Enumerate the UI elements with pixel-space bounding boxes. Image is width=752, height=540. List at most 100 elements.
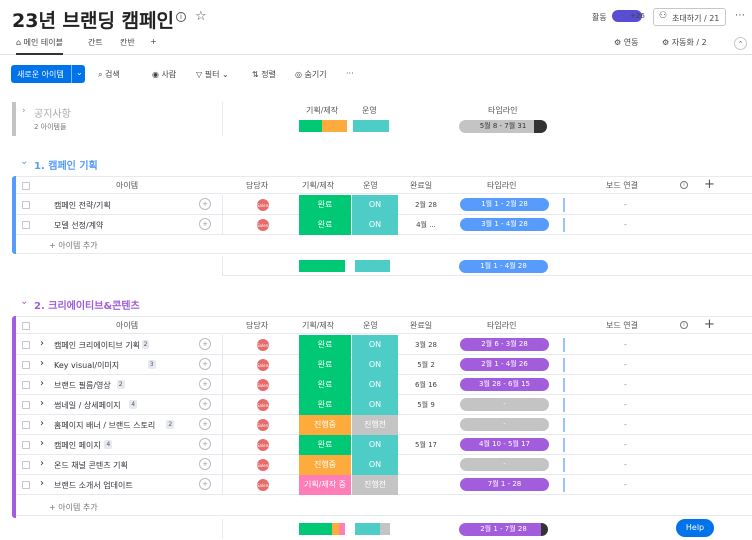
subitem-count-badge[interactable]: 2 [166,420,175,429]
col-item[interactable]: 아이템 [116,317,138,335]
chevron-right-icon[interactable]: › [40,378,44,389]
group2-summary-timeline[interactable]: 2월 1 - 7월 28 [459,523,548,536]
row-checkbox[interactable] [22,421,30,429]
chevron-right-icon[interactable]: › [40,478,44,489]
ops-status[interactable]: ON [352,375,398,395]
subitem-count-badge[interactable]: 4 [104,440,113,449]
board-title[interactable]: 23년 브랜딩 캠페인 [12,6,174,33]
info-icon[interactable]: i [680,181,688,189]
board-link[interactable]: - [624,380,627,389]
filter-button[interactable]: ▽ 필터 ⌄ [196,69,229,80]
avatar[interactable]: Salena [256,198,271,212]
group2-title[interactable]: 2. 크리에이티브&콘텐츠 [34,297,140,312]
add-update-icon[interactable]: + [199,398,211,410]
add-update-icon[interactable]: + [199,458,211,470]
table-row[interactable]: › 캠페인 페이지 4 + Salena 완료 ON 5월 17 4월 10 - 5월 17 - [16,435,752,455]
item-name[interactable]: 브랜드 필름/영상 [54,380,111,391]
board-link[interactable]: - [624,340,627,349]
col-ops[interactable]: 운영 [363,317,378,335]
chevron-right-icon[interactable]: › [40,458,44,469]
ops-status[interactable]: ON [352,395,398,415]
avatar[interactable]: Salena [256,458,271,472]
add-update-icon[interactable]: + [199,478,211,490]
invite-button[interactable]: ⚇ 초대하기 / 21 [653,8,726,26]
plan-status[interactable]: 진행중 [299,455,351,475]
board-link[interactable]: - [624,480,627,489]
group1-add-item[interactable]: + 아이템 추가 [16,236,752,254]
notice-timeline-pill[interactable]: 5월 8 - 7월 31 [459,120,547,133]
plan-status[interactable]: 진행중 [299,415,351,435]
add-update-icon[interactable]: + [199,198,211,210]
star-icon[interactable]: ☆ [195,9,207,24]
timeline-pill[interactable]: 7월 1 - 28 [460,478,549,491]
integrate-button[interactable]: ⚙ 연동 [614,37,638,48]
activity-label[interactable]: 활동 [592,12,607,23]
item-name[interactable]: 캠페인 전략/기획 [54,200,111,211]
timeline-pill[interactable]: 2월 6 - 3월 28 [460,338,549,351]
chevron-down-icon[interactable]: ⌄ [20,296,28,307]
more-menu-icon[interactable]: ⋯ [735,10,745,21]
plan-status[interactable]: 기획/제작 중 [299,475,351,495]
add-column-button[interactable]: + [704,177,715,192]
tab-gantt[interactable]: 간트 [88,37,103,48]
done-date[interactable]: 3월 28 [399,340,453,350]
ops-status[interactable]: 진행전 [352,475,398,495]
ops-status[interactable]: ON [352,335,398,355]
timeline-pill[interactable]: 4월 10 - 5월 17 [460,438,549,451]
automate-button[interactable]: ⚙ 자동화 / 2 [662,37,707,48]
col-board[interactable]: 보드 연결 [606,317,638,335]
plan-status[interactable]: 완료 [299,435,351,455]
tab-main-table[interactable]: ⌂ 메인 테이블 [16,37,63,55]
person-filter-button[interactable]: ◉ 사람 [152,69,176,80]
board-link[interactable]: - [624,400,627,409]
table-row[interactable]: › 브랜드 필름/영상 2 + Salena 완료 ON 6월 16 3월 28 - 6월 15… [16,375,752,395]
tab-kanban[interactable]: 칸반 [120,37,135,48]
ops-status[interactable]: ON [352,195,398,215]
col-plan[interactable]: 기획/제작 [302,177,334,195]
table-row[interactable]: › Key visual/이미지 3 + Salena 완료 ON 5월 2 2월 1 - 4월… [16,355,752,375]
chevron-right-icon[interactable]: › [40,338,44,349]
select-all-checkbox[interactable] [22,182,30,190]
plan-status[interactable]: 완료 [299,215,351,235]
chevron-right-icon[interactable]: › [40,358,44,369]
add-update-icon[interactable]: + [199,378,211,390]
add-update-icon[interactable]: + [199,218,211,230]
col-board[interactable]: 보드 연결 [606,177,638,195]
board-link[interactable]: - [624,200,627,209]
item-name[interactable]: 캠페인 크리에이티브 기획 [54,340,140,351]
item-name[interactable]: 홈페이지 배너 / 브랜드 스토리 [54,420,155,431]
ops-status[interactable]: ON [352,435,398,455]
row-checkbox[interactable] [22,361,30,369]
row-checkbox[interactable] [22,461,30,469]
info-icon[interactable]: i [176,12,186,22]
board-link[interactable]: - [624,440,627,449]
col-plan[interactable]: 기획/제작 [302,317,334,335]
item-name[interactable]: 캠페인 페이지 [54,440,101,451]
ops-status[interactable]: 진행전 [352,415,398,435]
col-timeline[interactable]: 타임라인 [487,177,516,195]
timeline-pill[interactable]: - [460,398,549,411]
item-name[interactable]: 브랜드 소개서 업데이트 [54,480,133,491]
avatar[interactable]: Salena [256,218,271,232]
plan-status[interactable]: 완료 [299,195,351,215]
ops-status[interactable]: ON [352,215,398,235]
done-date[interactable]: 5월 17 [399,440,453,450]
info-icon[interactable]: i [680,321,688,329]
ops-status[interactable]: ON [352,455,398,475]
help-button[interactable]: Help [676,519,714,537]
item-name[interactable]: Key visual/이미지 [54,360,119,371]
table-row[interactable]: › 썸네일 / 상세페이지 4 + Salena 완료 ON 5월 9 - - [16,395,752,415]
avatar[interactable]: Salena [256,358,271,372]
timeline-pill[interactable]: 3월 28 - 6월 15 [460,378,549,391]
avatar[interactable]: Salena [256,338,271,352]
sort-button[interactable]: ⇅ 정렬 [252,69,276,80]
done-date[interactable]: 2월 28 [399,200,453,210]
board-link[interactable]: - [624,220,627,229]
col-owner[interactable]: 담당자 [246,177,268,195]
table-row[interactable]: › 온드 채널 콘텐츠 기획 + Salena 진행중 ON - - [16,455,752,475]
select-all-checkbox[interactable] [22,322,30,330]
table-row[interactable]: 캠페인 전략/기획 + Salena 완료 ON 2월 28 1월 1 - 2월 28 - [16,195,752,215]
more-options-icon[interactable]: ··· [346,69,354,78]
col-done[interactable]: 완료일 [410,177,432,195]
add-update-icon[interactable]: + [199,358,211,370]
